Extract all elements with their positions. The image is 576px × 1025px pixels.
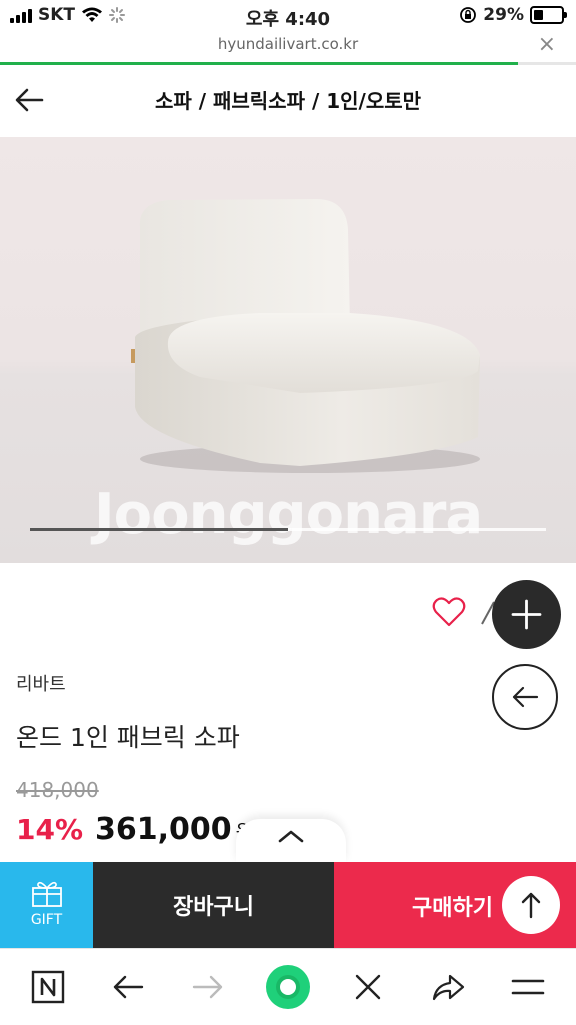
forward-arrow-icon xyxy=(192,975,223,999)
share-page-button[interactable] xyxy=(428,967,468,1007)
orientation-lock-icon xyxy=(460,7,477,23)
sale-price: 361,000 xyxy=(95,812,232,847)
wishlist-button[interactable] xyxy=(432,596,466,628)
product-title: 온드 1인 패브릭 소파 xyxy=(16,723,240,752)
close-icon[interactable]: × xyxy=(538,32,556,57)
battery-percent: 29% xyxy=(483,5,524,25)
original-price: 418,000 xyxy=(16,778,99,802)
chevron-up-icon xyxy=(278,830,304,843)
menu-icon xyxy=(511,979,545,995)
home-circle-icon xyxy=(266,965,310,1009)
green-home-button[interactable] xyxy=(265,964,311,1010)
purchase-action-bar: GIFT 장바구니 구매하기 xyxy=(0,862,576,948)
plus-icon xyxy=(511,599,542,630)
product-image-carousel[interactable]: Joonggonara xyxy=(0,137,576,563)
url-text[interactable]: hyundailivart.co.kr xyxy=(0,35,576,53)
gift-icon xyxy=(32,881,62,907)
gift-label: GIFT xyxy=(30,912,63,928)
back-arrow-icon xyxy=(512,686,539,708)
floating-back-button[interactable] xyxy=(492,664,558,730)
page-header: 소파 / 패브릭소파 / 1인/오토만 xyxy=(0,65,576,135)
naver-home-button[interactable] xyxy=(28,967,68,1007)
menu-button[interactable] xyxy=(508,967,548,1007)
arrow-up-icon xyxy=(521,892,541,919)
discount-rate: 14% xyxy=(16,813,84,846)
back-arrow-icon xyxy=(113,975,144,999)
breadcrumb: 소파 / 패브릭소파 / 1인/오토만 xyxy=(154,89,422,113)
battery-icon xyxy=(530,6,567,24)
status-bar: SKT 오후 4:40 29% xyxy=(0,0,576,32)
carousel-indicator xyxy=(30,528,546,531)
browser-back-button[interactable] xyxy=(108,967,148,1007)
price-row: 14% 361,000 원 xyxy=(16,812,254,847)
add-to-cart-button[interactable]: 장바구니 xyxy=(93,862,334,948)
close-icon xyxy=(355,974,381,1000)
browser-forward-button[interactable] xyxy=(188,967,228,1007)
expand-menu-button[interactable] xyxy=(492,580,561,649)
scroll-top-button[interactable] xyxy=(502,876,560,934)
gift-button[interactable]: GIFT xyxy=(0,862,93,948)
url-bar[interactable]: hyundailivart.co.kr × xyxy=(0,32,576,62)
expand-panel-tab[interactable] xyxy=(236,819,346,863)
close-tab-button[interactable] xyxy=(348,967,388,1007)
naver-n-icon xyxy=(31,970,65,1004)
browser-bottom-nav xyxy=(0,948,576,1025)
brand-name[interactable]: 리바트 xyxy=(16,670,66,696)
heart-icon xyxy=(432,597,466,627)
buy-now-button[interactable]: 구매하기 xyxy=(334,862,576,948)
buy-now-label: 구매하기 xyxy=(412,896,493,921)
watermark: Joonggonara xyxy=(93,482,483,547)
share-icon xyxy=(432,974,465,1001)
